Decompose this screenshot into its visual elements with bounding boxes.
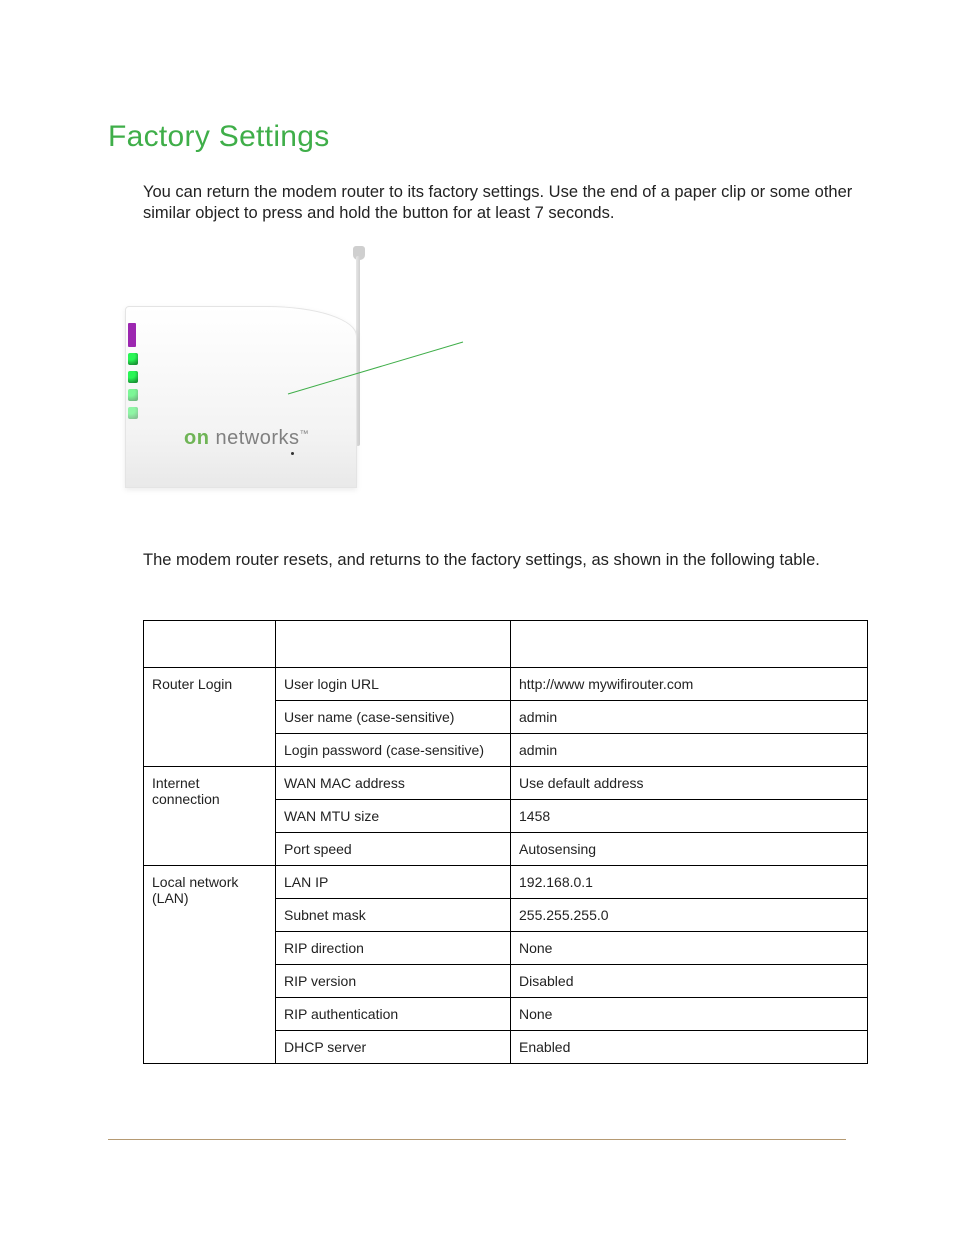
intro-paragraph: You can return the modem router to its f… [143, 182, 854, 224]
leader-line-icon [288, 342, 468, 397]
table-feature-cell: DHCP server [276, 1031, 511, 1064]
table-feature-cell: Login password (case-sensitive) [276, 734, 511, 767]
table-feature-cell: RIP version [276, 965, 511, 998]
brand-rest: networks [209, 427, 299, 449]
table-header-cell [276, 621, 511, 668]
table-default-cell: Use default address [511, 767, 868, 800]
table-default-cell: None [511, 998, 868, 1031]
table-default-cell: 255.255.255.0 [511, 899, 868, 932]
table-header-cell [511, 621, 868, 668]
table-feature-cell: Subnet mask [276, 899, 511, 932]
table-group-cell: Router Login [144, 668, 276, 767]
table-group-cell: Local network (LAN) [144, 866, 276, 1064]
table-feature-cell: RIP direction [276, 932, 511, 965]
table-group-cell: Internet connection [144, 767, 276, 866]
table-default-cell: http://www mywifirouter.com [511, 668, 868, 701]
router-body-icon: on networks™ [125, 306, 357, 488]
table-row: Router LoginUser login URLhttp://www myw… [144, 668, 868, 701]
table-default-cell: None [511, 932, 868, 965]
table-feature-cell: User name (case-sensitive) [276, 701, 511, 734]
table-feature-cell: User login URL [276, 668, 511, 701]
router-illustration: on networks™ [120, 246, 560, 496]
router-brand-label: on networks™ [184, 427, 309, 450]
table-feature-cell: WAN MTU size [276, 800, 511, 833]
table-header-row [144, 621, 868, 668]
brand-on: on [184, 427, 209, 449]
post-image-paragraph: The modem router resets, and returns to … [143, 551, 854, 570]
table-header-cell [144, 621, 276, 668]
table-default-cell: Disabled [511, 965, 868, 998]
table-default-cell: 192.168.0.1 [511, 866, 868, 899]
table-row: Local network (LAN)LAN IP192.168.0.1 [144, 866, 868, 899]
router-ports-icon [126, 317, 150, 425]
factory-settings-table: Router LoginUser login URLhttp://www myw… [143, 620, 868, 1064]
table-default-cell: Autosensing [511, 833, 868, 866]
table-default-cell: admin [511, 701, 868, 734]
document-page: Factory Settings You can return the mode… [0, 0, 954, 1235]
table-default-cell: Enabled [511, 1031, 868, 1064]
table-feature-cell: LAN IP [276, 866, 511, 899]
page-title: Factory Settings [108, 120, 854, 154]
table-feature-cell: Port speed [276, 833, 511, 866]
table-default-cell: admin [511, 734, 868, 767]
table-feature-cell: WAN MAC address [276, 767, 511, 800]
reset-button-icon [291, 452, 294, 455]
brand-tm: ™ [300, 429, 310, 439]
table-feature-cell: RIP authentication [276, 998, 511, 1031]
footer-divider [108, 1139, 846, 1140]
table-row: Internet connectionWAN MAC addressUse de… [144, 767, 868, 800]
table-default-cell: 1458 [511, 800, 868, 833]
